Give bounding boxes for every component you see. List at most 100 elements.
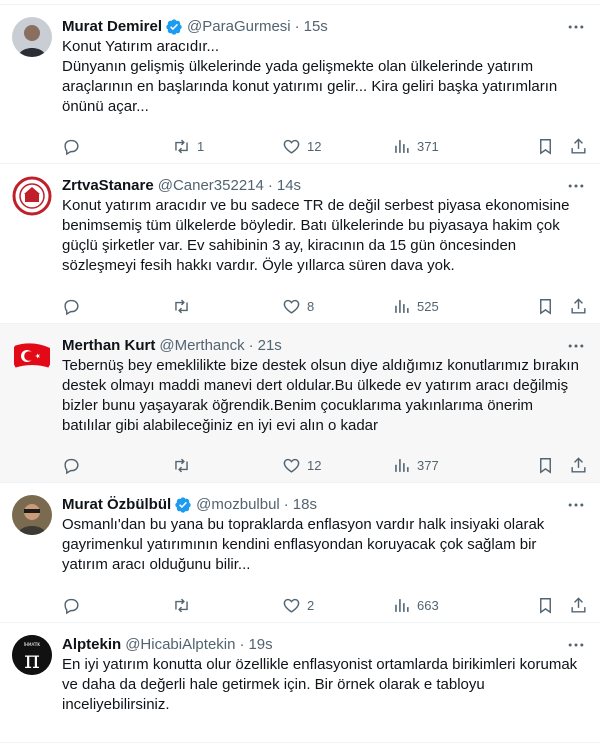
tweet-text: Konut Yatırım aracıdır... Dünyanın geliş… [62,38,558,115]
tweet[interactable]: ZrtvaStanare @Caner352214 · 14s Konut ya… [0,164,600,324]
views-icon [395,299,409,313]
reply-icon [64,458,79,474]
reply-icon [64,139,79,155]
separator-dot: · [294,18,300,35]
like-count: 2 [307,597,315,613]
timestamp[interactable]: 21s [258,336,282,356]
display-name[interactable]: Murat Özbülbül [62,495,171,515]
retweet-button[interactable] [172,596,282,615]
reply-button[interactable] [62,137,172,156]
more-icon[interactable] [566,176,586,196]
like-button[interactable]: 12 [282,137,392,156]
views-icon [395,139,409,153]
retweet-icon [175,598,188,612]
action-bar: 1 12 371 [62,136,588,156]
views-count: 377 [417,457,439,473]
tweet-header: Alptekin @HicabiAlptekin · 19s [62,635,584,655]
views-button[interactable]: 663 [392,596,502,615]
retweet-button[interactable] [172,456,282,475]
verified-icon [175,497,191,513]
tweet-header: Murat Özbülbül @mozbulbul · 18s [62,495,584,515]
display-name[interactable]: Alptekin [62,635,121,655]
views-count: 525 [417,298,439,314]
retweet-icon [175,139,188,153]
tweet-header: Murat Demirel @ParaGurmesi · 15s [62,17,584,37]
like-button[interactable]: 12 [282,456,392,475]
separator-dot: · [267,177,273,194]
bookmark-icon[interactable] [536,137,555,156]
reply-icon [64,299,79,315]
action-bar: 12 377 [62,455,588,475]
tweet[interactable]: Murat Özbülbül @mozbulbul · 18s Osmanlı'… [0,483,600,623]
display-name[interactable]: ZrtvaStanare [62,176,154,196]
handle[interactable]: @mozbulbul [196,495,280,515]
tweet[interactable]: Merthan Kurt @Merthanck · 21s Tebernüş b… [0,324,600,483]
verified-icon [166,19,182,35]
separator-dot: · [283,496,289,513]
tweet-text: Konut yatırım aracıdır ve bu sadece TR d… [62,197,570,274]
retweet-button[interactable]: 1 [172,137,282,156]
bookmark-icon[interactable] [536,456,555,475]
like-icon [283,458,300,473]
timestamp[interactable]: 19s [248,635,272,655]
reply-icon [64,598,79,614]
reply-button[interactable] [62,456,172,475]
avatar[interactable] [12,336,52,376]
retweet-icon [175,299,188,313]
separator-dot: · [248,337,254,354]
tweet-header: ZrtvaStanare @Caner352214 · 14s [62,176,584,196]
like-count: 12 [307,457,322,473]
avatar[interactable] [12,495,52,535]
like-count: 12 [307,138,322,154]
display-name[interactable]: Merthan Kurt [62,336,155,356]
like-count: 8 [307,298,315,314]
retweet-count: 1 [197,138,205,154]
tweet[interactable]: İHMATİK π Alptekin @HicabiAlptekin · 19s… [0,623,600,743]
like-icon [283,598,300,613]
share-icon[interactable] [569,596,588,615]
avatar[interactable]: İHMATİK π [12,635,52,675]
retweet-button[interactable] [172,297,282,316]
views-count: 371 [417,138,439,154]
tweet-text: En iyi yatırım konutta olur özellikle en… [62,656,578,713]
like-icon [283,139,300,154]
display-name[interactable]: Murat Demirel [62,17,162,37]
timestamp[interactable]: 15s [304,17,328,37]
timestamp[interactable]: 18s [293,495,317,515]
action-bar: 2 663 [62,595,588,615]
views-button[interactable]: 377 [392,456,502,475]
more-icon[interactable] [566,17,586,37]
timeline: Murat Demirel @ParaGurmesi · 15s Konut Y… [0,0,600,743]
views-count: 663 [417,597,439,613]
share-icon[interactable] [569,137,588,156]
handle[interactable]: @Caner352214 [158,176,264,196]
more-icon[interactable] [566,336,586,356]
avatar-logo: İHMATİK π [12,635,52,675]
bookmark-icon[interactable] [536,596,555,615]
handle[interactable]: @Merthanck [159,336,244,356]
more-icon[interactable] [566,495,586,515]
like-icon [283,299,300,314]
handle[interactable]: @ParaGurmesi [187,17,291,37]
views-icon [395,458,409,472]
reply-button[interactable] [62,596,172,615]
views-icon [395,598,409,612]
avatar[interactable] [12,17,52,57]
tweet[interactable]: Murat Demirel @ParaGurmesi · 15s Konut Y… [0,5,600,164]
separator-dot: · [239,636,245,653]
like-button[interactable]: 2 [282,596,392,615]
like-button[interactable]: 8 [282,297,392,316]
share-icon[interactable] [569,456,588,475]
avatar[interactable] [12,176,52,216]
views-button[interactable]: 371 [392,137,502,156]
timestamp[interactable]: 14s [277,176,301,196]
tweet-text: Osmanlı'dan bu yana bu topraklarda enfla… [62,516,545,573]
handle[interactable]: @HicabiAlptekin [125,635,235,655]
views-button[interactable]: 525 [392,297,502,316]
bookmark-icon[interactable] [536,297,555,316]
reply-button[interactable] [62,297,172,316]
share-icon[interactable] [569,297,588,316]
more-icon[interactable] [566,635,586,655]
tweet-header: Merthan Kurt @Merthanck · 21s [62,336,584,356]
retweet-icon [175,458,188,472]
